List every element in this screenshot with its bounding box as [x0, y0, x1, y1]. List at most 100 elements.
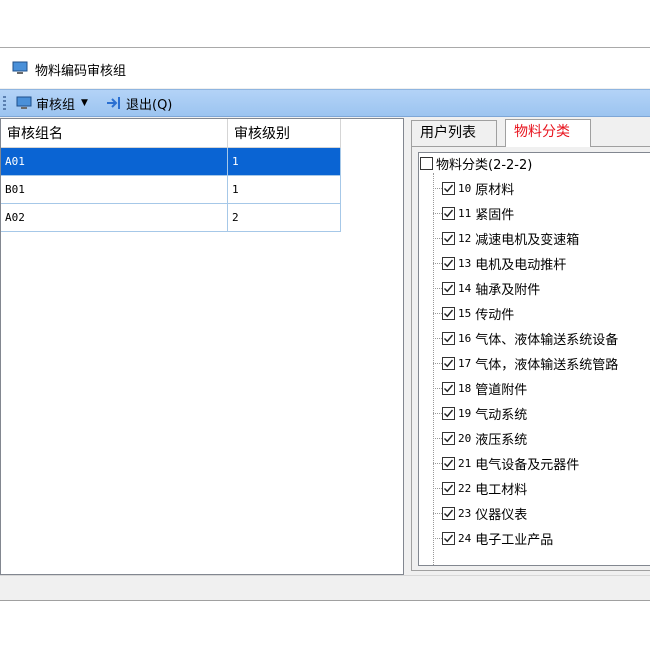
tree-node[interactable]: 23 仪器仪表 [442, 502, 527, 524]
tree-node-code: 24 [458, 531, 472, 545]
table-row[interactable]: A01 1 [1, 147, 341, 176]
tree-connector-line [433, 538, 442, 539]
tree-connector-line [433, 513, 442, 514]
checked-checkbox[interactable] [442, 306, 455, 320]
tree-connector-line [433, 463, 442, 464]
audit-level-cell[interactable]: 1 [227, 175, 341, 204]
tree-node[interactable]: 21 电气设备及元器件 [442, 452, 579, 474]
tree-node[interactable]: 18 管道附件 [442, 377, 527, 399]
checked-checkbox[interactable] [442, 206, 455, 220]
tree-node-code: 18 [458, 381, 472, 395]
tree-node-label: 液压系统 [475, 432, 528, 448]
tree-node-code: 15 [458, 306, 472, 320]
checked-checkbox[interactable] [442, 456, 455, 470]
group-button-label: 审核组 [36, 97, 76, 113]
status-bar [0, 575, 650, 601]
tree-connector-line [433, 213, 442, 214]
tree-node[interactable]: 19 气动系统 [442, 402, 527, 424]
tree-node[interactable]: 11 紧固件 [442, 202, 514, 224]
checked-checkbox[interactable] [442, 481, 455, 495]
tree-connector-line [433, 413, 442, 414]
tree-node-label: 电机及电动推杆 [475, 257, 567, 273]
tree-node-label: 轴承及附件 [475, 282, 541, 298]
group-name-cell[interactable]: B01 [1, 175, 228, 204]
tree-node-code: 17 [458, 356, 472, 370]
tree-node-code: 16 [458, 331, 472, 345]
checked-checkbox[interactable] [442, 381, 455, 395]
tree-node-label: 电工材料 [475, 482, 528, 498]
tree-node-code: 19 [458, 406, 472, 420]
category-tree[interactable]: 物料分类(2-2-2) 10 原材料 11 紧固件 12 减速电机及变速箱 13 电机及电动推杆… [418, 152, 650, 566]
checked-checkbox[interactable] [442, 506, 455, 520]
toolbar-grip[interactable] [3, 96, 6, 110]
tree-node-label: 电气设备及元器件 [475, 457, 580, 473]
audit-level-cell[interactable]: 1 [227, 147, 341, 176]
monitor-icon [12, 61, 28, 74]
tree-node-label: 紧固件 [475, 207, 515, 223]
checked-checkbox[interactable] [442, 431, 455, 445]
tree-node[interactable]: 12 减速电机及变速箱 [442, 227, 579, 249]
tree-connector-line [433, 263, 442, 264]
tab-material-category[interactable]: 物料分类 [505, 119, 591, 147]
checked-checkbox[interactable] [442, 181, 455, 195]
tree-node-label: 传动件 [475, 307, 515, 323]
tree-connector-line [433, 388, 442, 389]
group-name-cell[interactable]: A02 [1, 203, 228, 232]
tree-node-code: 13 [458, 256, 472, 270]
checked-checkbox[interactable] [442, 531, 455, 545]
audit-group-grid: 审核组名 审核级别 A01 1 B01 1 A02 2 [0, 118, 404, 575]
tree-connector-line [433, 363, 442, 364]
checkbox[interactable] [420, 156, 433, 170]
exit-button[interactable]: 退出(Q) [106, 93, 172, 113]
window-title: 物料编码审核组 [35, 64, 127, 79]
tree-node-label: 气体，液体输送系统管路 [475, 357, 619, 373]
tree-root-node[interactable]: 物料分类(2-2-2) [420, 153, 533, 174]
group-name-cell[interactable]: A01 [1, 147, 228, 176]
tree-node-code: 21 [458, 456, 472, 470]
title-bar: 物料编码审核组 [0, 48, 650, 88]
right-tab-panel: 用户列表 物料分类 物料分类(2-2-2) 10 原材料 11 紧固件 12 减速电机及变速… [409, 119, 650, 575]
checked-checkbox[interactable] [442, 356, 455, 370]
toolbar: 审核组 ▼ 退出(Q) [0, 89, 650, 117]
table-row[interactable]: B01 1 [1, 175, 341, 204]
tree-connector-line [433, 188, 442, 189]
tree-node[interactable]: 14 轴承及附件 [442, 277, 540, 299]
group-dropdown-button[interactable]: 审核组 ▼ [16, 93, 88, 113]
checked-checkbox[interactable] [442, 231, 455, 245]
checked-checkbox[interactable] [442, 406, 455, 420]
tree-node[interactable]: 10 原材料 [442, 177, 514, 199]
table-row[interactable]: A02 2 [1, 203, 341, 232]
exit-button-label: 退出(Q) [126, 97, 173, 113]
tree-connector-line [433, 238, 442, 239]
tree-node-label: 减速电机及变速箱 [475, 232, 580, 248]
chevron-down-icon: ▼ [81, 98, 88, 108]
tree-connector-line [433, 438, 442, 439]
tree-node-code: 10 [458, 181, 472, 195]
tree-node[interactable]: 20 液压系统 [442, 427, 527, 449]
tree-connector-line [433, 288, 442, 289]
tree-node-label: 仪器仪表 [475, 507, 528, 523]
tree-node-label: 气体、液体输送系统设备 [475, 332, 619, 348]
tree-node[interactable]: 13 电机及电动推杆 [442, 252, 566, 274]
tree-node-label: 电子工业产品 [475, 532, 554, 548]
checked-checkbox[interactable] [442, 331, 455, 345]
tree-node-code: 20 [458, 431, 472, 445]
audit-level-cell[interactable]: 2 [227, 203, 341, 232]
checked-checkbox[interactable] [442, 281, 455, 295]
tree-node-code: 23 [458, 506, 472, 520]
checked-checkbox[interactable] [442, 256, 455, 270]
grid-header-row: 审核组名 审核级别 [1, 119, 341, 148]
tree-connector-line [433, 173, 434, 565]
tree-connector-line [433, 313, 442, 314]
tab-user-list[interactable]: 用户列表 [411, 120, 497, 146]
column-header-audit-level[interactable]: 审核级别 [227, 119, 341, 148]
tree-node-label: 气动系统 [475, 407, 528, 423]
tree-node[interactable]: 17 气体，液体输送系统管路 [442, 352, 618, 374]
tree-node-label: 物料分类(2-2-2) [436, 157, 533, 173]
monitor-icon [16, 96, 32, 109]
tree-node[interactable]: 16 气体、液体输送系统设备 [442, 327, 618, 349]
tree-node[interactable]: 15 传动件 [442, 302, 514, 324]
tree-node[interactable]: 22 电工材料 [442, 477, 527, 499]
column-header-group-name[interactable]: 审核组名 [1, 119, 228, 148]
tree-node[interactable]: 24 电子工业产品 [442, 527, 553, 549]
